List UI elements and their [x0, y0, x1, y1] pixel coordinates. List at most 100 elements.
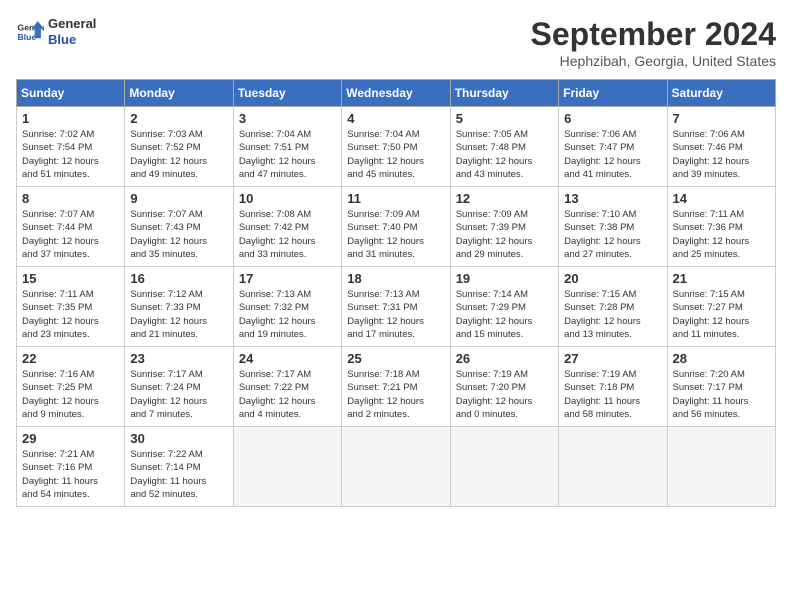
day-number: 24	[239, 351, 336, 366]
calendar-cell: 7 Sunrise: 7:06 AM Sunset: 7:46 PM Daylig…	[667, 107, 775, 187]
day-number: 30	[130, 431, 227, 446]
day-number: 3	[239, 111, 336, 126]
calendar-cell: 24 Sunrise: 7:17 AM Sunset: 7:22 PM Dayli…	[233, 347, 341, 427]
day-number: 16	[130, 271, 227, 286]
calendar-cell: 17 Sunrise: 7:13 AM Sunset: 7:32 PM Dayli…	[233, 267, 341, 347]
calendar-cell: 14 Sunrise: 7:11 AM Sunset: 7:36 PM Dayli…	[667, 187, 775, 267]
calendar-cell: 16 Sunrise: 7:12 AM Sunset: 7:33 PM Dayli…	[125, 267, 233, 347]
calendar-cell: 26Sunrise: 7:19 AM Sunset: 7:20 PM Dayli…	[450, 347, 558, 427]
day-number: 9	[130, 191, 227, 206]
calendar-cell: 29 Sunrise: 7:21 AM Sunset: 7:16 PM Dayli…	[17, 427, 125, 507]
day-number: 23	[130, 351, 227, 366]
day-info: Sunrise: 7:11 AM Sunset: 7:35 PM Dayligh…	[22, 288, 119, 341]
calendar-cell: 20 Sunrise: 7:15 AM Sunset: 7:28 PM Dayli…	[559, 267, 667, 347]
day-info: Sunrise: 7:17 AM Sunset: 7:24 PM Dayligh…	[130, 368, 227, 421]
day-info: Sunrise: 7:10 AM Sunset: 7:38 PM Dayligh…	[564, 208, 661, 261]
day-number: 6	[564, 111, 661, 126]
svg-text:Blue: Blue	[18, 31, 37, 41]
day-number: 28	[673, 351, 770, 366]
day-info: Sunrise: 7:11 AM Sunset: 7:36 PM Dayligh…	[673, 208, 770, 261]
day-info: Sunrise: 7:07 AM Sunset: 7:43 PM Dayligh…	[130, 208, 227, 261]
col-header-tuesday: Tuesday	[233, 80, 341, 107]
calendar-cell: 4 Sunrise: 7:04 AM Sunset: 7:50 PM Daylig…	[342, 107, 450, 187]
calendar-cell: 25 Sunrise: 7:18 AM Sunset: 7:21 PM Dayli…	[342, 347, 450, 427]
day-info: Sunrise: 7:04 AM Sunset: 7:51 PM Dayligh…	[239, 128, 336, 181]
day-number: 25	[347, 351, 444, 366]
calendar-cell: 11Sunrise: 7:09 AM Sunset: 7:40 PM Dayli…	[342, 187, 450, 267]
day-info: Sunrise: 7:07 AM Sunset: 7:44 PM Dayligh…	[22, 208, 119, 261]
calendar-cell	[233, 427, 341, 507]
day-number: 20	[564, 271, 661, 286]
calendar-cell: 12 Sunrise: 7:09 AM Sunset: 7:39 PM Dayli…	[450, 187, 558, 267]
day-number: 15	[22, 271, 119, 286]
day-info: Sunrise: 7:02 AM Sunset: 7:54 PM Dayligh…	[22, 128, 119, 181]
calendar-table: SundayMondayTuesdayWednesdayThursdayFrid…	[16, 79, 776, 507]
day-info: Sunrise: 7:15 AM Sunset: 7:28 PM Dayligh…	[564, 288, 661, 341]
logo-text-general: General	[48, 16, 96, 32]
calendar-cell: 15 Sunrise: 7:11 AM Sunset: 7:35 PM Dayli…	[17, 267, 125, 347]
col-header-sunday: Sunday	[17, 80, 125, 107]
day-info: Sunrise: 7:08 AM Sunset: 7:42 PM Dayligh…	[239, 208, 336, 261]
day-info: Sunrise: 7:18 AM Sunset: 7:21 PM Dayligh…	[347, 368, 444, 421]
col-header-saturday: Saturday	[667, 80, 775, 107]
calendar-cell: 10 Sunrise: 7:08 AM Sunset: 7:42 PM Dayli…	[233, 187, 341, 267]
day-number: 7	[673, 111, 770, 126]
calendar-cell: 8 Sunrise: 7:07 AM Sunset: 7:44 PM Daylig…	[17, 187, 125, 267]
day-info: Sunrise: 7:12 AM Sunset: 7:33 PM Dayligh…	[130, 288, 227, 341]
calendar-cell: 9 Sunrise: 7:07 AM Sunset: 7:43 PM Daylig…	[125, 187, 233, 267]
calendar-cell: 13Sunrise: 7:10 AM Sunset: 7:38 PM Dayli…	[559, 187, 667, 267]
day-number: 2	[130, 111, 227, 126]
logo-text-blue: Blue	[48, 32, 96, 48]
day-number: 26	[456, 351, 553, 366]
calendar-cell	[450, 427, 558, 507]
calendar-cell: 18Sunrise: 7:13 AM Sunset: 7:31 PM Dayli…	[342, 267, 450, 347]
day-number: 27	[564, 351, 661, 366]
calendar-cell: 21 Sunrise: 7:15 AM Sunset: 7:27 PM Dayli…	[667, 267, 775, 347]
day-number: 21	[673, 271, 770, 286]
calendar-cell: 1Sunrise: 7:02 AM Sunset: 7:54 PM Daylig…	[17, 107, 125, 187]
day-info: Sunrise: 7:03 AM Sunset: 7:52 PM Dayligh…	[130, 128, 227, 181]
day-number: 19	[456, 271, 553, 286]
day-info: Sunrise: 7:16 AM Sunset: 7:25 PM Dayligh…	[22, 368, 119, 421]
day-number: 14	[673, 191, 770, 206]
day-info: Sunrise: 7:20 AM Sunset: 7:17 PM Dayligh…	[673, 368, 770, 421]
day-number: 8	[22, 191, 119, 206]
month-title: September 2024	[531, 16, 776, 53]
day-info: Sunrise: 7:19 AM Sunset: 7:18 PM Dayligh…	[564, 368, 661, 421]
calendar-cell: 2 Sunrise: 7:03 AM Sunset: 7:52 PM Daylig…	[125, 107, 233, 187]
day-number: 17	[239, 271, 336, 286]
calendar-week-5: 29 Sunrise: 7:21 AM Sunset: 7:16 PM Dayli…	[17, 427, 776, 507]
calendar-cell: 23 Sunrise: 7:17 AM Sunset: 7:24 PM Dayli…	[125, 347, 233, 427]
day-info: Sunrise: 7:06 AM Sunset: 7:47 PM Dayligh…	[564, 128, 661, 181]
logo-icon: General Blue	[16, 18, 44, 46]
calendar-cell: 27 Sunrise: 7:19 AM Sunset: 7:18 PM Dayli…	[559, 347, 667, 427]
day-info: Sunrise: 7:04 AM Sunset: 7:50 PM Dayligh…	[347, 128, 444, 181]
col-header-wednesday: Wednesday	[342, 80, 450, 107]
calendar-week-1: 1Sunrise: 7:02 AM Sunset: 7:54 PM Daylig…	[17, 107, 776, 187]
location: Hephzibah, Georgia, United States	[531, 53, 776, 69]
calendar-week-3: 15 Sunrise: 7:11 AM Sunset: 7:35 PM Dayli…	[17, 267, 776, 347]
day-number: 10	[239, 191, 336, 206]
calendar-cell: 30Sunrise: 7:22 AM Sunset: 7:14 PM Dayli…	[125, 427, 233, 507]
calendar-cell	[342, 427, 450, 507]
day-info: Sunrise: 7:09 AM Sunset: 7:39 PM Dayligh…	[456, 208, 553, 261]
day-number: 4	[347, 111, 444, 126]
calendar-header-row: SundayMondayTuesdayWednesdayThursdayFrid…	[17, 80, 776, 107]
day-info: Sunrise: 7:05 AM Sunset: 7:48 PM Dayligh…	[456, 128, 553, 181]
day-number: 12	[456, 191, 553, 206]
calendar-cell	[667, 427, 775, 507]
calendar-week-2: 8 Sunrise: 7:07 AM Sunset: 7:44 PM Daylig…	[17, 187, 776, 267]
day-info: Sunrise: 7:21 AM Sunset: 7:16 PM Dayligh…	[22, 448, 119, 501]
day-info: Sunrise: 7:06 AM Sunset: 7:46 PM Dayligh…	[673, 128, 770, 181]
calendar-cell: 28 Sunrise: 7:20 AM Sunset: 7:17 PM Dayli…	[667, 347, 775, 427]
calendar-cell: 3 Sunrise: 7:04 AM Sunset: 7:51 PM Daylig…	[233, 107, 341, 187]
day-info: Sunrise: 7:15 AM Sunset: 7:27 PM Dayligh…	[673, 288, 770, 341]
day-number: 11	[347, 191, 444, 206]
calendar-body: 1Sunrise: 7:02 AM Sunset: 7:54 PM Daylig…	[17, 107, 776, 507]
day-info: Sunrise: 7:17 AM Sunset: 7:22 PM Dayligh…	[239, 368, 336, 421]
title-area: September 2024 Hephzibah, Georgia, Unite…	[531, 16, 776, 69]
day-number: 29	[22, 431, 119, 446]
col-header-friday: Friday	[559, 80, 667, 107]
day-info: Sunrise: 7:13 AM Sunset: 7:32 PM Dayligh…	[239, 288, 336, 341]
calendar-cell	[559, 427, 667, 507]
